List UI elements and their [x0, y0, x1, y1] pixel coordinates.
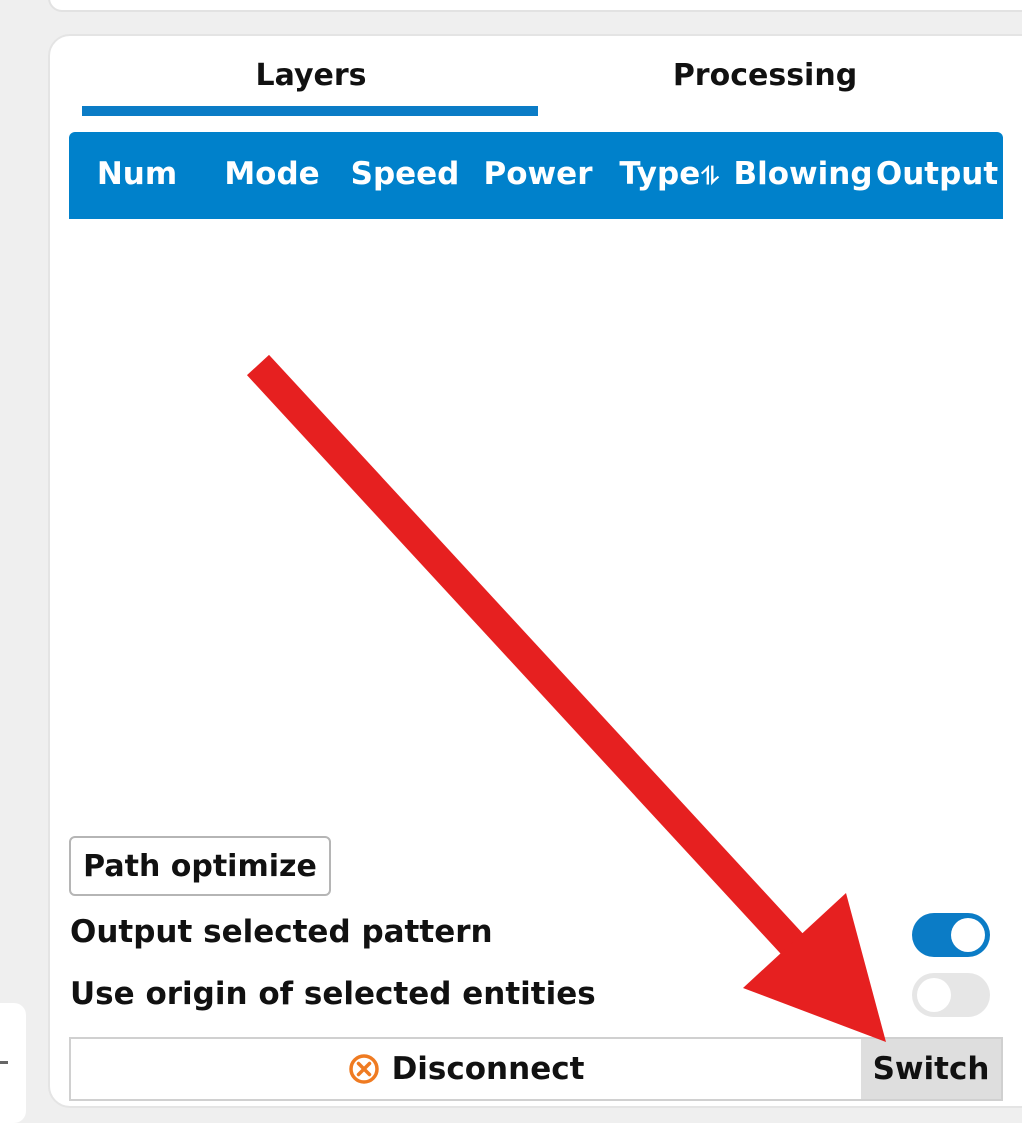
col-num[interactable]: Num — [97, 156, 177, 192]
sort-arrows-icon[interactable]: ⥮ — [701, 162, 718, 190]
toggle-knob — [917, 978, 951, 1012]
col-mode[interactable]: Mode — [224, 156, 319, 192]
col-speed[interactable]: Speed — [351, 156, 460, 192]
left-side-card — [0, 1003, 26, 1123]
col-type-label: Type — [619, 156, 701, 192]
active-tab-indicator — [82, 106, 538, 116]
output-selected-pattern-label: Output selected pattern — [70, 914, 493, 950]
use-origin-label: Use origin of selected entities — [70, 976, 596, 1012]
connection-bar: Disconnect Switch — [69, 1037, 1003, 1101]
col-power[interactable]: Power — [484, 156, 593, 192]
col-blowing[interactable]: Blowing — [733, 156, 872, 192]
layers-table-header: Num Mode Speed Power Type⥮ Blowing Outpu… — [69, 132, 1003, 219]
output-selected-pattern-toggle[interactable] — [912, 913, 990, 957]
col-output[interactable]: Output — [876, 156, 998, 192]
layers-panel: Layers Processing Num Mode Speed Power T… — [48, 34, 1022, 1108]
path-optimize-button[interactable]: Path optimize — [69, 836, 331, 896]
switch-button[interactable]: Switch — [861, 1039, 1001, 1099]
disconnect-button[interactable]: Disconnect — [71, 1039, 861, 1099]
toggle-knob — [951, 918, 985, 952]
dash-icon — [0, 1061, 8, 1064]
tab-layers[interactable]: Layers — [84, 58, 538, 93]
close-circle-icon — [348, 1054, 379, 1084]
col-type[interactable]: Type⥮ — [619, 156, 718, 192]
tab-processing[interactable]: Processing — [538, 58, 992, 93]
disconnect-label: Disconnect — [391, 1051, 585, 1087]
use-origin-toggle[interactable] — [912, 973, 990, 1017]
top-card — [48, 0, 1022, 12]
